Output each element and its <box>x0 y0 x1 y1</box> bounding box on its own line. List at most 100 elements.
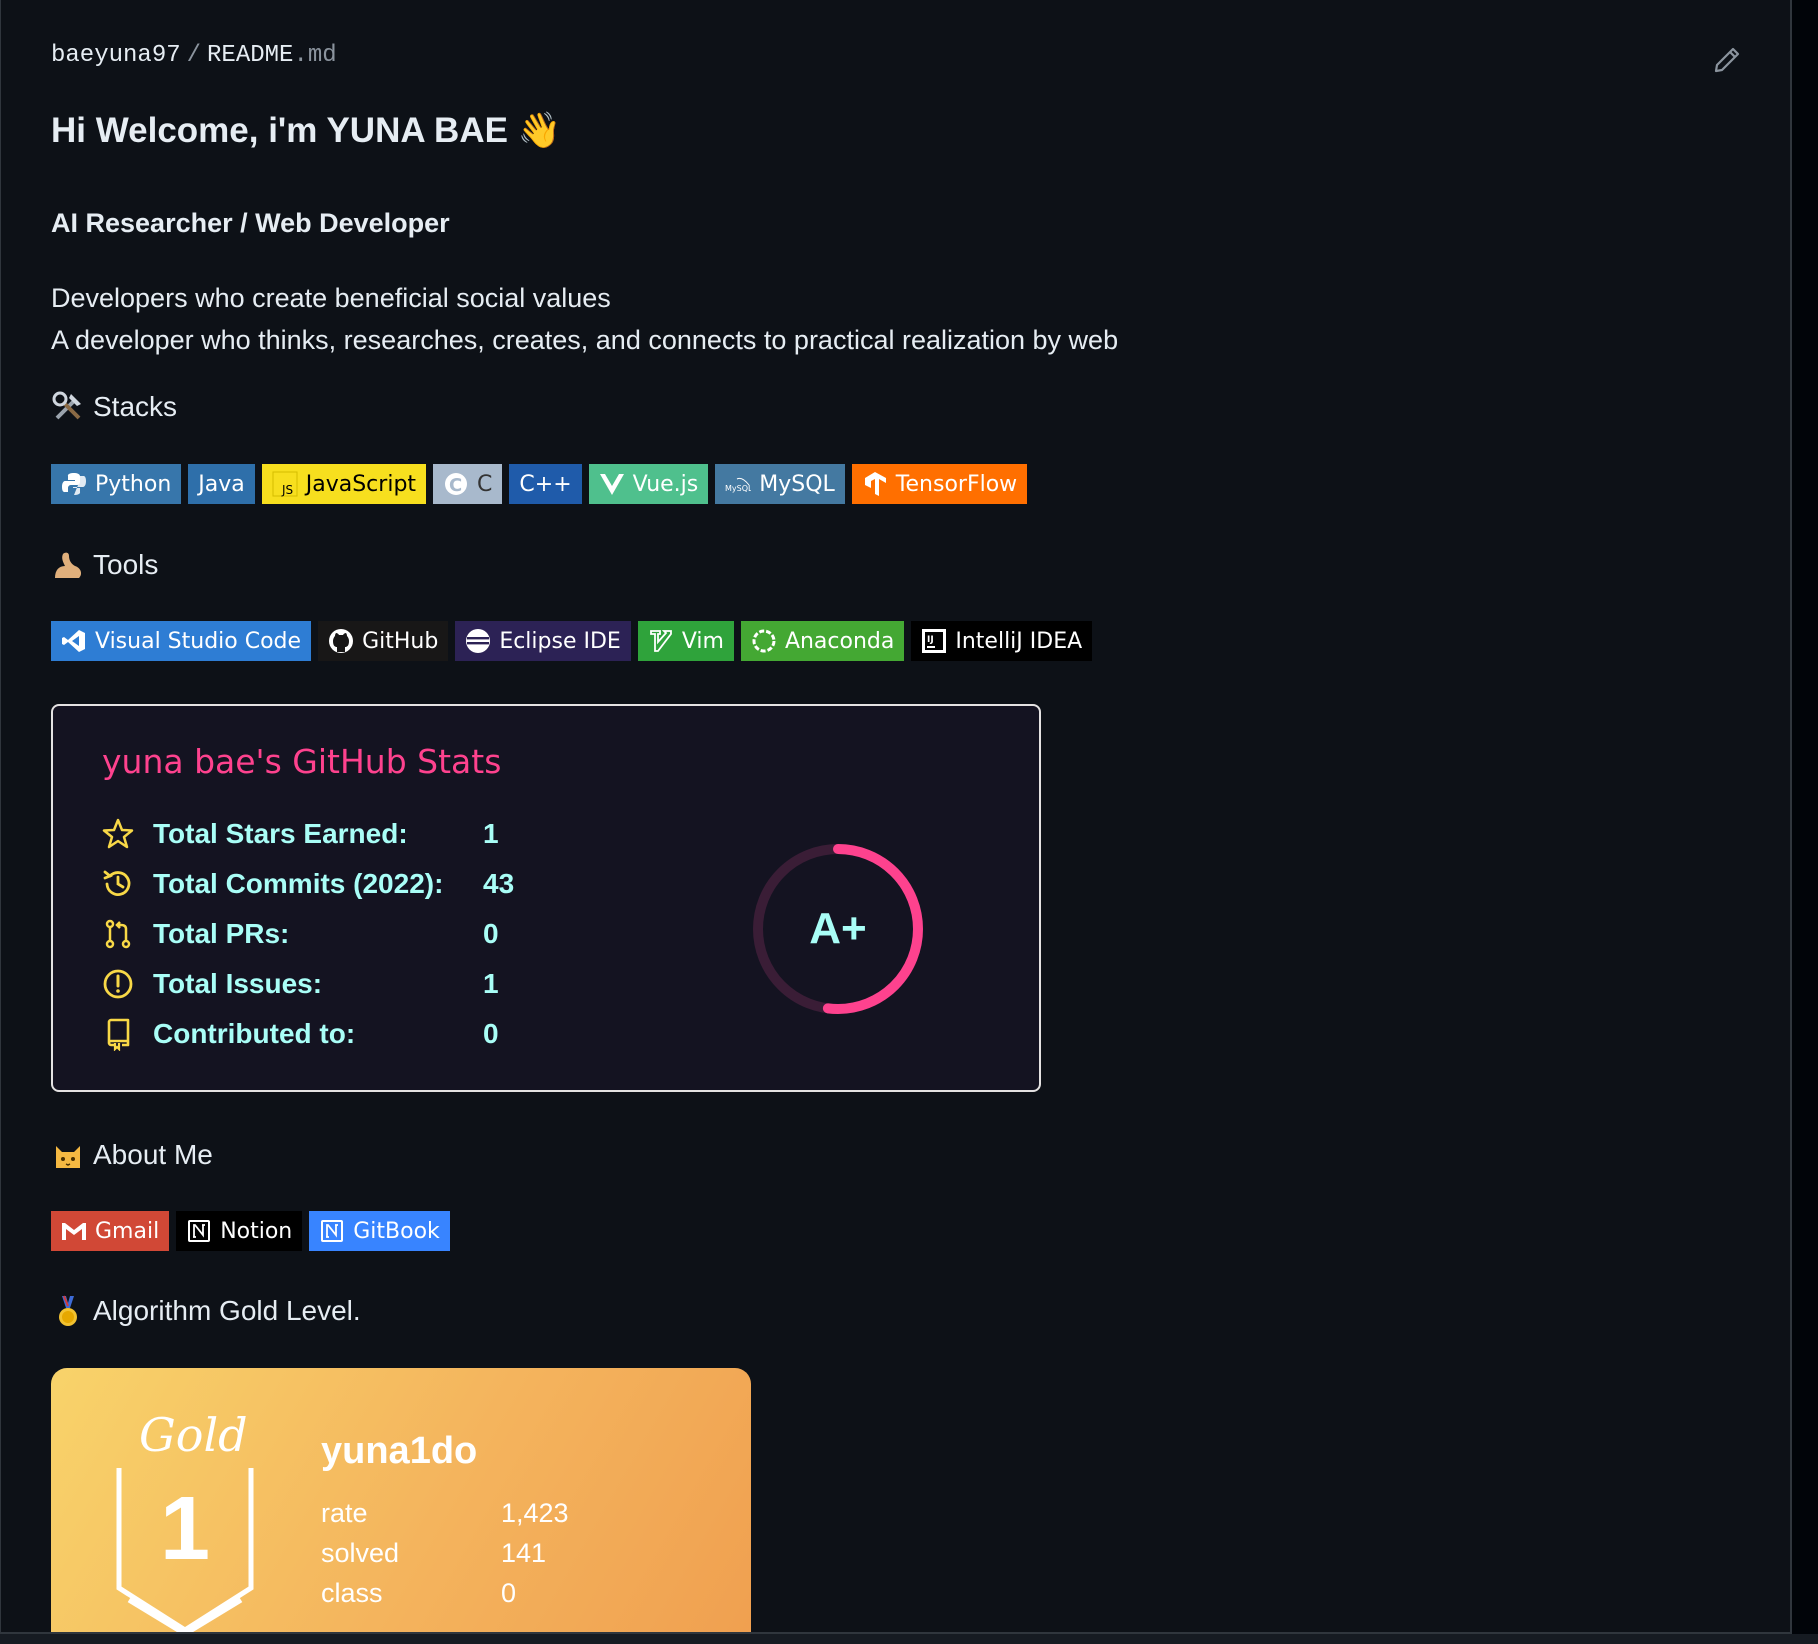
stat-label: Total Commits (2022): <box>153 868 444 899</box>
badge-mysql[interactable]: MySQL MySQL <box>715 464 845 504</box>
badge-label: C++ <box>519 471 572 497</box>
badge-label: Notion <box>220 1218 293 1244</box>
cat-face-icon <box>56 1146 80 1168</box>
intro-paragraph: Developers who create beneficial social … <box>51 277 1118 361</box>
stat-value: 0 <box>483 1018 499 1049</box>
algorithm-heading-text: Algorithm Gold Level. <box>93 1295 361 1326</box>
badge-c[interactable]: C C <box>433 464 503 504</box>
badge-label: TensorFlow <box>895 471 1018 497</box>
bottom-gutter <box>0 1634 1818 1644</box>
repo-icon <box>107 1018 130 1051</box>
solved-handle: yuna1do <box>321 1430 478 1472</box>
svg-text:MySQL: MySQL <box>725 484 751 493</box>
solved-value: 141 <box>501 1538 547 1568</box>
github-icon <box>329 629 354 653</box>
page-subtitle: AI Researcher / Web Developer <box>51 208 450 238</box>
solved-value: 1,423 <box>501 1498 569 1528</box>
solved-row-class: class 0 <box>321 1578 516 1609</box>
badge-vim[interactable]: Vim <box>637 621 734 661</box>
badge-label: Eclipse IDE <box>499 628 621 654</box>
stat-row-commits: Total Commits (2022): 43 <box>101 864 514 904</box>
c-icon: C <box>445 473 468 496</box>
history-icon <box>103 870 131 896</box>
badge-gitbook[interactable]: GitBook <box>309 1211 450 1251</box>
badge-anaconda[interactable]: Anaconda <box>740 621 905 661</box>
intellij-icon: IJ <box>922 629 947 653</box>
algorithm-heading: Algorithm Gold Level. <box>51 1294 361 1328</box>
mysql-icon: MySQL <box>725 477 751 493</box>
stat-value: 0 <box>483 918 499 949</box>
badge-github[interactable]: GitHub <box>318 621 449 661</box>
badge-python[interactable]: Python <box>51 464 182 504</box>
tools-heading-text: Tools <box>93 549 159 580</box>
badge-intellij[interactable]: IJ IntelliJ IDEA <box>911 621 1093 661</box>
stat-value: 1 <box>483 818 499 849</box>
github-stats-card[interactable]: yuna bae's GitHub Stats Total Stars Earn… <box>51 704 1041 1092</box>
stats-title: yuna bae's GitHub Stats <box>102 742 502 781</box>
badge-eclipse[interactable]: Eclipse IDE <box>455 621 631 661</box>
badge-tensorflow[interactable]: TensorFlow <box>851 464 1028 504</box>
page-title: Hi Welcome, i'm YUNA BAE 👋 <box>51 111 562 150</box>
badge-javascript[interactable]: JS JavaScript <box>261 464 427 504</box>
about-badges: Gmail Notion GitBook <box>51 1211 450 1251</box>
badge-label: C <box>477 471 493 497</box>
gmail-icon <box>62 1223 86 1240</box>
tool-badges: Visual Studio Code GitHub Eclipse IDE Vi… <box>51 621 1093 661</box>
stat-value: 1 <box>483 968 499 999</box>
badge-label: Gmail <box>95 1218 160 1244</box>
solved-row-solved: solved 141 <box>321 1538 546 1569</box>
about-heading: About Me <box>51 1138 213 1172</box>
python-icon <box>62 473 86 495</box>
solved-label: rate <box>321 1498 368 1528</box>
svg-text:C: C <box>449 475 462 496</box>
issue-icon <box>103 969 133 999</box>
solved-ac-card[interactable]: Gold 1 yuna1do rate 1,423 solved 141 class… <box>51 1368 751 1632</box>
notion-icon <box>188 1220 211 1242</box>
stat-row-stars: Total Stars Earned: 1 <box>101 814 499 854</box>
solved-row-rate: rate 1,423 <box>321 1498 569 1529</box>
hammer-wrench-icon <box>52 391 81 420</box>
badge-cpp[interactable]: C++ <box>509 464 582 504</box>
about-heading-text: About Me <box>93 1139 213 1170</box>
stat-label: Total PRs: <box>153 918 290 949</box>
badge-label: Java <box>198 471 245 497</box>
anaconda-icon <box>752 629 776 653</box>
svg-text:IJ: IJ <box>927 635 934 645</box>
badge-label: Python <box>95 471 172 497</box>
vue-icon <box>599 474 624 495</box>
star-icon <box>102 818 134 849</box>
stat-value: 43 <box>483 868 515 899</box>
stacks-heading: Stacks <box>51 390 177 424</box>
badge-label: Vim <box>681 628 724 654</box>
vscode-icon <box>62 630 85 652</box>
vim-icon <box>649 630 672 652</box>
intro-line: A developer who thinks, researches, crea… <box>51 325 1119 355</box>
file-extension: .md <box>293 42 337 69</box>
stat-row-prs: Total PRs: 0 <box>101 914 499 954</box>
stat-label: Contributed to: <box>153 1018 356 1049</box>
badge-notion[interactable]: Notion <box>176 1211 303 1251</box>
repo-owner-link[interactable]: baeyuna97 <box>51 42 181 69</box>
pencil-icon[interactable] <box>1711 44 1743 76</box>
badge-java[interactable]: Java <box>188 464 255 504</box>
badge-label: IntelliJ IDEA <box>955 628 1083 654</box>
badge-label: GitHub <box>362 628 439 654</box>
file-breadcrumb: baeyuna97/README.md <box>51 42 337 69</box>
intro-line: Developers who create beneficial social … <box>51 283 611 313</box>
solved-value: 0 <box>501 1578 517 1608</box>
badge-label: Visual Studio Code <box>95 628 302 654</box>
solved-label: solved <box>321 1538 400 1568</box>
readme-panel: baeyuna97/README.md Hi Welcome, i'm YUNA… <box>0 0 1792 1634</box>
badge-label: MySQL <box>759 471 835 497</box>
flexed-biceps-icon <box>55 552 82 578</box>
stack-badges: Python Java JS JavaScript C C C++ Vue.js… <box>51 464 1028 504</box>
badge-vscode[interactable]: Visual Studio Code <box>51 621 312 661</box>
right-gutter <box>1792 0 1818 1644</box>
badge-vue[interactable]: Vue.js <box>588 464 709 504</box>
stat-label: Total Issues: <box>153 968 323 999</box>
badge-gmail[interactable]: Gmail <box>51 1211 170 1251</box>
path-separator: / <box>186 42 202 69</box>
badge-label: JavaScript <box>305 471 417 497</box>
javascript-icon: JS <box>272 471 298 497</box>
stacks-heading-text: Stacks <box>93 391 178 422</box>
